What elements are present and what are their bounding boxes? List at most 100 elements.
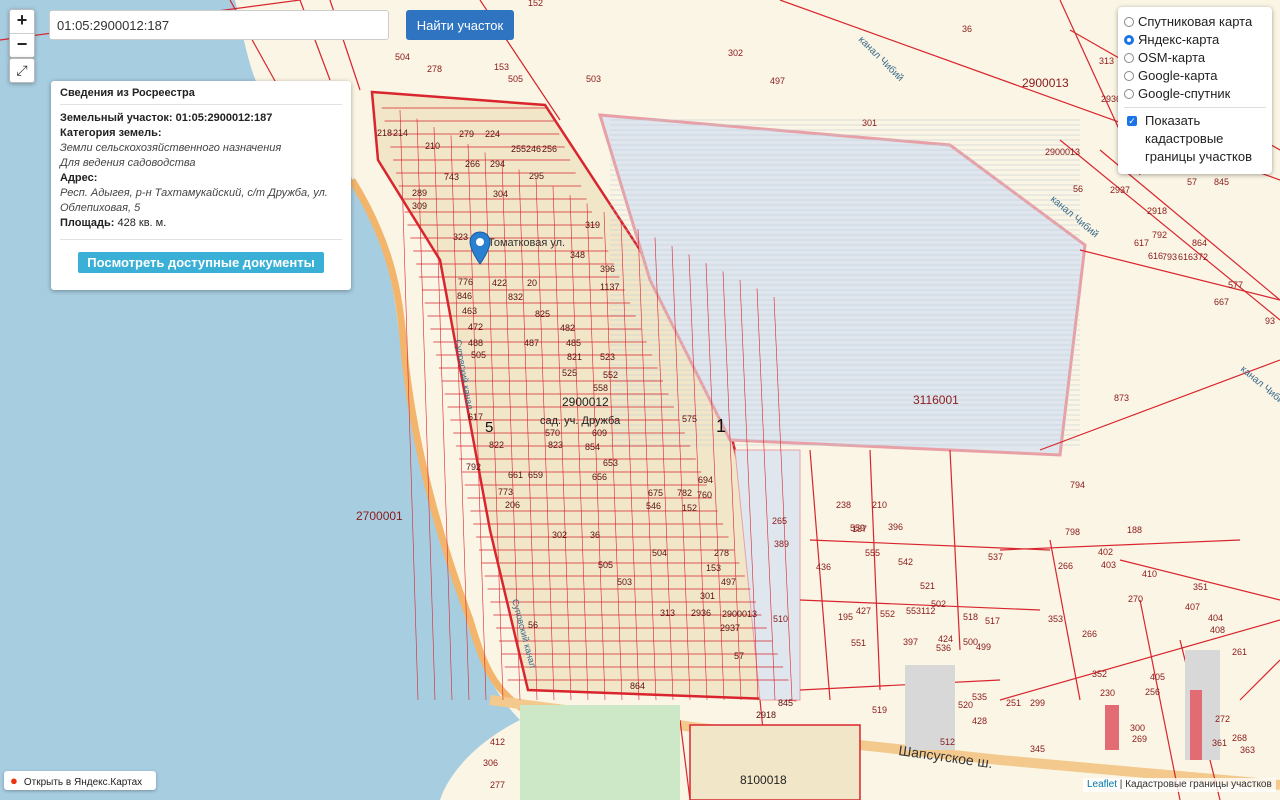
parcel-number-label: 521 [920, 581, 935, 591]
cadastral-overlay-toggle[interactable]: ✓ Показать кадастровые границы участков [1124, 112, 1266, 166]
view-documents-button[interactable]: Посмотреть доступные документы [78, 252, 324, 273]
parcel-number-label: 56 [1073, 184, 1083, 194]
parcel-number-label: 798 [1065, 527, 1080, 537]
quarter-label: 8100018 [740, 773, 787, 787]
expand-icon: ⤢ [16, 62, 28, 78]
layer-option-google[interactable]: Google-карта [1124, 67, 1266, 85]
layer-option-yandex[interactable]: Яндекс-карта [1124, 31, 1266, 49]
parcel-number-label: 845 [778, 698, 793, 708]
parcel-number-label: 20 [527, 278, 537, 288]
parcel-number-label: 504 [395, 52, 410, 62]
quarter-label: 3116001 [913, 393, 959, 407]
parcel-number-label: 153 [494, 62, 509, 72]
checkbox-checked-icon[interactable]: ✓ [1127, 116, 1137, 126]
parcel-number-label: 616372 [1178, 252, 1208, 262]
layer-option-satellite[interactable]: Спутниковая карта [1124, 13, 1266, 31]
parcel-number-label: 823 [548, 440, 563, 450]
parcel-number-label: 558 [593, 383, 608, 393]
parcel-number-label: 536 [936, 643, 951, 653]
parcel-number-label: 301 [700, 591, 715, 601]
parcel-number-label: 503 [586, 74, 601, 84]
parcel-number-label: 403 [1101, 560, 1116, 570]
parcel-number-label: 152 [682, 503, 697, 513]
parcel-number-label: 519 [872, 705, 887, 715]
parcel-number-label: 667 [1214, 297, 1229, 307]
parcel-number-label: 2918 [756, 710, 776, 720]
parcel-number-label: 353 [1048, 614, 1063, 624]
radio-icon[interactable] [1124, 71, 1134, 81]
parcel-number-label: 265 [772, 516, 787, 526]
parcel-number-label: 570 [545, 428, 560, 438]
fullscreen-button[interactable]: ⤢ [9, 58, 35, 83]
zoom-in-button[interactable]: + [10, 10, 34, 33]
info-panel-title: Сведения из Росреестра [60, 87, 342, 105]
parcel-number-label: 488 [468, 338, 483, 348]
parcel-number-label: 510 [773, 614, 788, 624]
parcel-number-label: 410 [1142, 569, 1157, 579]
parcel-number-label: 575 [682, 414, 697, 424]
parcel-number-label: 361 [1212, 738, 1227, 748]
parcel-number-label: 760 [697, 490, 712, 500]
radio-selected-icon[interactable] [1124, 35, 1134, 45]
parcel-number-label: 552 [880, 609, 895, 619]
parcel-number-label: 412 [490, 737, 505, 747]
radio-icon[interactable] [1124, 53, 1134, 63]
parcel-number-label: 277 [490, 780, 505, 790]
parcel-number-label: 93 [1265, 316, 1275, 326]
parcel-number-label: 552 [603, 370, 618, 380]
parcel-number-label: 302 [552, 530, 567, 540]
parcel-number-label: 269 [1132, 734, 1147, 744]
parcel-number-label: 351 [1193, 582, 1208, 592]
park-area [520, 705, 680, 800]
parcel-number-label: 616 [1148, 251, 1163, 261]
south-parcels [689, 724, 861, 800]
parcel-number-label: 873 [1114, 393, 1129, 403]
parcel-number-label: 482 [560, 323, 575, 333]
parcel-number-label: 246 [526, 144, 541, 154]
divider [60, 239, 342, 240]
quarter-label: 2900013 [1022, 76, 1069, 90]
area-value: 428 кв. м. [117, 217, 167, 229]
attribution-layer: Кадастровые границы участков [1125, 779, 1272, 790]
parcel-number-label: 304 [493, 189, 508, 199]
leaflet-link[interactable]: Leaflet [1087, 779, 1117, 790]
location-pin-icon[interactable] [469, 231, 491, 265]
parcel-number-label: 188 [1127, 525, 1142, 535]
cadastral-search-input[interactable] [49, 10, 389, 40]
parcel-number-label: 56 [528, 620, 538, 630]
parcel-number-label: 523 [600, 352, 615, 362]
parcel-number-label: 323 [453, 232, 468, 242]
parcel-number-label: 487 [524, 338, 539, 348]
parcel-number-label: 793 [1162, 252, 1177, 262]
parcel-number-label: 661 [508, 470, 523, 480]
parcel-number-label: 300 [1130, 723, 1145, 733]
parcel-number-label: 279 [459, 129, 474, 139]
parcel-number-label: 404 [1208, 613, 1223, 623]
divider [1124, 107, 1266, 108]
parcel-number-label: 609 [592, 428, 607, 438]
parcel-number-label: 405 [1150, 672, 1165, 682]
parcel-number-label: 272 [1215, 714, 1230, 724]
parcel-number-label: 653 [603, 458, 618, 468]
zoom-out-button[interactable]: − [10, 33, 34, 57]
radio-icon[interactable] [1124, 17, 1134, 27]
parcel-number-label: 301 [862, 118, 877, 128]
parcel-number-label: 319 [585, 220, 600, 230]
address-value: Респ. Адыгея, р-н Тахтамукайский, с/т Др… [60, 187, 328, 214]
parcel-number-label: 503 [617, 577, 632, 587]
attribution: Leaflet | Кадастровые границы участков [1083, 778, 1276, 792]
layer-option-google-satellite[interactable]: Google-спутник [1124, 85, 1266, 103]
parcel-number-label: 472 [468, 322, 483, 332]
parcel-number-label: 422 [492, 278, 507, 288]
zoom-control: + − [9, 9, 35, 58]
find-parcel-button[interactable]: Найти участок [406, 10, 514, 40]
open-in-yandex-link[interactable]: ● Открыть в Яндекс.Картах [4, 771, 156, 790]
street-label: Томатковая ул. [488, 237, 565, 249]
radio-icon[interactable] [1124, 89, 1134, 99]
parcel-number-label: 792 [466, 462, 481, 472]
layer-option-osm[interactable]: OSM-карта [1124, 49, 1266, 67]
parcel-number-label: 224 [485, 129, 500, 139]
parcel-number-label: 295 [529, 171, 544, 181]
parcel-number-label: 402 [1098, 547, 1113, 557]
parcel-number-label: 694 [698, 475, 713, 485]
